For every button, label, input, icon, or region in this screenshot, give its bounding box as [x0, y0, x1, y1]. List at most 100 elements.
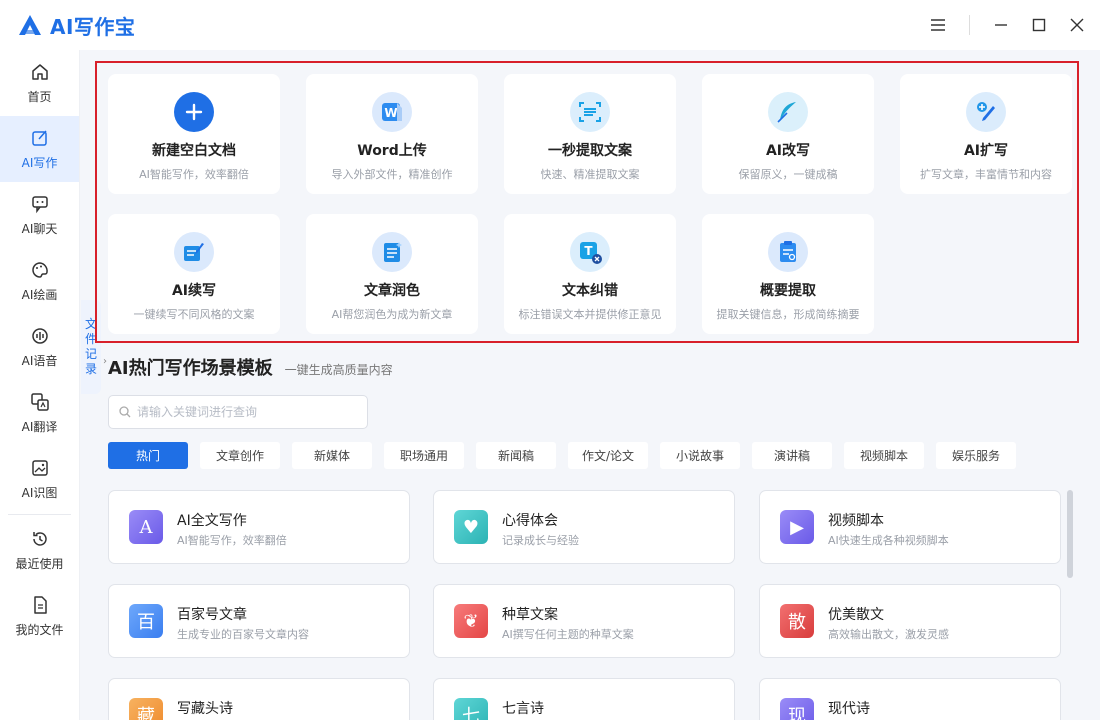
sidebar: 首页 AI写作 AI聊天 AI绘画 AI语音 AI翻译 AI识图 最近使用 我的… — [0, 50, 80, 720]
category-tab[interactable]: 新媒体 — [292, 442, 372, 469]
notebook-icon-glyph: ♥ — [462, 516, 480, 538]
minimize-icon[interactable] — [982, 0, 1020, 50]
templates-title: AI热门写作场景模板 — [108, 358, 273, 379]
tool-title: AI扩写 — [963, 143, 1009, 159]
category-tab[interactable]: 作文/论文 — [568, 442, 648, 469]
chat-icon — [31, 195, 48, 213]
history-icon — [32, 531, 47, 546]
category-tab[interactable]: 视频脚本 — [844, 442, 924, 469]
sidebar-item-ai-translate[interactable]: AI翻译 — [0, 380, 79, 446]
sidebar-item-home[interactable]: 首页 — [0, 50, 79, 116]
template-card[interactable]: 七 七言诗 — [433, 678, 735, 720]
templates-header: AI热门写作场景模板 一键生成高质量内容 — [108, 354, 393, 380]
search-input[interactable] — [137, 405, 357, 419]
tool-title: AI续写 — [171, 283, 217, 299]
category-tab[interactable]: 小说故事 — [660, 442, 740, 469]
template-card[interactable]: A AI全文写作 AI智能写作，效率翻倍 — [108, 490, 410, 564]
tool-new-blank-doc[interactable]: 新建空白文档 AI智能写作，效率翻倍 — [108, 74, 280, 194]
app-title: AI写作宝 — [50, 14, 136, 39]
plus-icon — [174, 92, 214, 132]
seven-char-poem-icon: 七 — [454, 698, 488, 720]
sidebar-item-label: AI识图 — [21, 485, 58, 500]
template-desc: 记录成长与经验 — [502, 534, 579, 547]
template-card[interactable]: 散 优美散文 高效输出散文，激发灵感 — [759, 584, 1061, 658]
template-card[interactable]: 现 现代诗 — [759, 678, 1061, 720]
maximize-icon[interactable] — [1020, 0, 1058, 50]
template-card[interactable]: 藏 写藏头诗 — [108, 678, 410, 720]
window-controls — [919, 0, 1100, 50]
ai-write-icon-glyph: A — [139, 516, 153, 538]
template-desc: 高效输出散文，激发灵感 — [828, 628, 949, 641]
tool-title: 文章润色 — [364, 283, 420, 299]
translate-icon — [30, 392, 49, 411]
sidebar-item-ai-image-recognition[interactable]: AI识图 — [0, 446, 79, 512]
tool-extract-copy[interactable]: 一秒提取文案 快速、精准提取文案 — [504, 74, 676, 194]
acrostic-poem-icon: 藏 — [129, 698, 163, 720]
prose-icon-glyph: 散 — [788, 612, 806, 633]
template-card[interactable]: ▶ 视频脚本 AI快速生成各种视频脚本 — [759, 490, 1061, 564]
menu-icon[interactable] — [919, 0, 957, 50]
sidebar-item-ai-chat[interactable]: AI聊天 — [0, 182, 79, 248]
tool-title: 概要提取 — [760, 283, 816, 299]
sidebar-item-label: 最近使用 — [15, 556, 64, 571]
title-divider — [969, 15, 970, 35]
feather-icon — [768, 92, 808, 132]
sidebar-item-label: AI绘画 — [21, 287, 58, 302]
category-tab[interactable]: 新闻稿 — [476, 442, 556, 469]
template-title: AI全文写作 — [177, 513, 247, 529]
file-records-char: 录 — [84, 362, 97, 376]
sidebar-item-label: AI翻译 — [21, 419, 58, 434]
palette-icon — [31, 261, 48, 278]
ai-write-icon: A — [129, 510, 163, 544]
modern-poem-icon-glyph: 现 — [788, 706, 806, 720]
tool-title: Word上传 — [357, 143, 427, 159]
tool-ai-continue[interactable]: AI续写 一键续写不同风格的文案 — [108, 214, 280, 334]
category-tab[interactable]: 文章创作 — [200, 442, 280, 469]
template-title: 现代诗 — [828, 701, 870, 717]
category-tab[interactable]: 娱乐服务 — [936, 442, 1016, 469]
category-tabs: 热门 文章创作 新媒体 职场通用 新闻稿 作文/论文 小说故事 演讲稿 视频脚本… — [108, 442, 1028, 469]
sidebar-item-recent[interactable]: 最近使用 — [0, 517, 79, 583]
template-card[interactable]: 百 百家号文章 生成专业的百家号文章内容 — [108, 584, 410, 658]
tool-desc: 导入外部文件，精准创作 — [331, 168, 453, 181]
baijiahao-icon: 百 — [129, 604, 163, 638]
tool-ai-rewrite[interactable]: AI改写 保留原义，一键成稿 — [702, 74, 874, 194]
svg-text:T: T — [584, 244, 593, 258]
word-upload-icon: W — [372, 92, 412, 132]
template-title: 写藏头诗 — [177, 701, 233, 717]
template-card[interactable]: ♥ 心得体会 记录成长与经验 — [433, 490, 735, 564]
video-script-icon-glyph: ▶ — [790, 516, 804, 538]
template-search[interactable] — [108, 395, 368, 429]
close-icon[interactable] — [1058, 0, 1096, 50]
tool-text-correction[interactable]: T 文本纠错 标注错误文本并提供修正意见 — [504, 214, 676, 334]
template-title: 视频脚本 — [828, 513, 884, 529]
sidebar-item-label: AI聊天 — [21, 221, 58, 236]
sidebar-item-ai-painting[interactable]: AI绘画 — [0, 248, 79, 314]
prose-icon: 散 — [780, 604, 814, 638]
template-title: 七言诗 — [502, 701, 544, 717]
home-icon — [31, 63, 48, 80]
tool-summary-extract[interactable]: 概要提取 提取关键信息，形成简练摘要 — [702, 214, 874, 334]
sidebar-item-ai-voice[interactable]: AI语音 — [0, 314, 79, 380]
category-tab[interactable]: 热门 — [108, 442, 188, 469]
summary-icon — [768, 232, 808, 272]
template-desc: 生成专业的百家号文章内容 — [177, 628, 309, 641]
tool-ai-expand[interactable]: AI扩写 扩写文章，丰富情节和内容 — [900, 74, 1072, 194]
template-card[interactable]: ❦ 种草文案 AI撰写任何主题的种草文案 — [433, 584, 735, 658]
tool-article-polish[interactable]: 文章润色 AI帮您润色为成为新文章 — [306, 214, 478, 334]
template-title: 心得体会 — [502, 513, 558, 529]
category-tab[interactable]: 演讲稿 — [752, 442, 832, 469]
category-tab[interactable]: 职场通用 — [384, 442, 464, 469]
search-icon — [119, 406, 131, 418]
title-bar: AI写作宝 — [0, 0, 1100, 50]
baijiahao-icon-glyph: 百 — [137, 612, 155, 633]
templates-scrollbar[interactable] — [1067, 490, 1073, 578]
tool-word-upload[interactable]: W Word上传 导入外部文件，精准创作 — [306, 74, 478, 194]
svg-text:W: W — [384, 106, 397, 120]
template-desc: AI撰写任何主题的种草文案 — [502, 628, 634, 641]
sidebar-item-my-files[interactable]: 我的文件 — [0, 583, 79, 649]
polish-icon — [372, 232, 412, 272]
tool-title: 一秒提取文案 — [548, 143, 632, 159]
file-icon — [33, 595, 47, 614]
sidebar-item-ai-writing[interactable]: AI写作 — [0, 116, 79, 182]
